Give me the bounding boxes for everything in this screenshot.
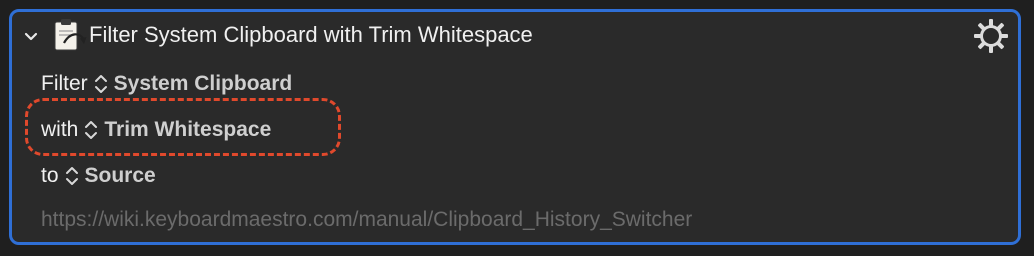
action-panel[interactable]: Filter System Clipboard with Trim Whites… [9,9,1021,245]
filter-type-popup[interactable]: Trim Whitespace [84,118,271,142]
filter-row: Filter System Clipboard [41,72,292,96]
clipboard-filter-icon [54,19,87,51]
filter-type-value: Trim Whitespace [104,118,272,141]
to-label: to [41,164,59,187]
filter-label: Filter [41,72,88,95]
destination-value: Source [84,164,156,187]
up-down-chevron-icon [65,167,78,185]
gear-icon[interactable] [972,17,1010,55]
filter-source-value: System Clipboard [113,72,293,95]
action-title: Filter System Clipboard with Trim Whites… [89,22,533,47]
up-down-chevron-icon [94,75,107,93]
up-down-chevron-icon [85,121,98,139]
help-url-link[interactable]: https://wiki.keyboardmaestro.com/manual/… [41,208,692,232]
filter-source-popup[interactable]: System Clipboard [94,72,293,96]
chevron-down-icon[interactable] [21,27,41,47]
with-label: with [41,118,79,141]
with-row: with Trim Whitespace [41,118,271,142]
destination-popup[interactable]: Source [65,164,156,188]
to-row: to Source [41,164,156,188]
